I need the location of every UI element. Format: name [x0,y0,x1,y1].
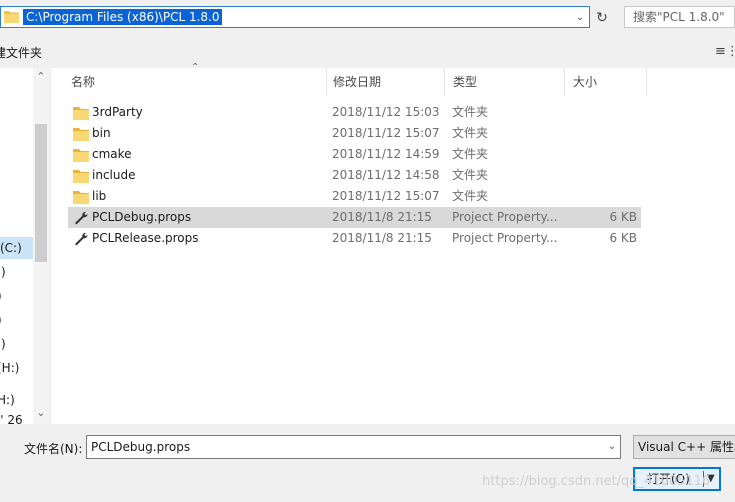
file-date: 2018/11/12 15:03 [332,105,440,119]
wrench-file-icon [75,211,88,225]
chevron-down-icon[interactable]: ⌄ [33,406,49,419]
file-name: PCLDebug.props [92,210,192,224]
scrollbar-thumb[interactable] [35,124,47,262]
nav-drive[interactable]: ) [0,309,33,331]
nav-drive-c[interactable]: (C:) [0,237,33,259]
folder-icon [73,128,89,141]
address-bar[interactable]: C:\Program Files (x86)\PCL 1.8.0 ⌄ [0,6,590,28]
folder-icon [73,107,89,120]
new-folder-button[interactable]: 建文件夹 [0,44,42,61]
search-input[interactable]: 搜索"PCL 1.8.0" [624,6,735,28]
nav-drive[interactable]: :) [0,333,33,355]
column-header-size[interactable]: 大小 [565,68,647,96]
file-row[interactable]: lib 2018/11/12 15:07 文件夹 [68,186,641,207]
watermark: https://blog.csdn.net/qq_41005116 [482,474,711,489]
file-row[interactable]: bin 2018/11/12 15:07 文件夹 [68,123,641,144]
file-date: 2018/11/12 14:58 [332,168,440,182]
file-name: lib [92,189,107,203]
file-date: 2018/11/12 15:07 [332,189,440,203]
file-size: 6 KB [609,231,637,245]
file-type: Project Property... [452,210,558,224]
folder-icon [73,191,89,204]
file-date: 2018/11/8 21:15 [332,231,432,245]
folder-icon [73,149,89,162]
file-type: 文件夹 [452,168,489,182]
file-type-filter[interactable]: Visual C++ 属性表 [633,435,735,459]
filename-label: 文件名(N): [24,442,83,456]
chevron-down-icon[interactable]: ⌄ [571,7,589,27]
nav-drive[interactable]: '' 26 [0,411,33,424]
file-name: include [92,168,136,182]
file-date: 2018/11/8 21:15 [332,210,432,224]
folder-icon [4,11,19,23]
file-row[interactable]: include 2018/11/12 14:58 文件夹 [68,165,641,186]
wrench-file-icon [75,232,88,246]
column-header-date[interactable]: 修改日期 [325,68,445,96]
view-options-icon[interactable]: ≡⋮ [715,44,735,59]
file-type: Project Property... [452,231,558,245]
filename-value[interactable]: PCLDebug.props [91,436,190,458]
file-row-selected[interactable]: PCLDebug.props 2018/11/8 21:15 Project P… [68,207,641,228]
file-date: 2018/11/12 15:07 [332,126,440,140]
file-type: 文件夹 [452,189,489,203]
address-path[interactable]: C:\Program Files (x86)\PCL 1.8.0 [23,9,223,25]
chevron-down-icon[interactable]: ⌄ [608,436,616,458]
nav-drive[interactable]: ) [0,285,33,307]
file-name: PCLRelease.props [92,231,199,245]
nav-drive[interactable]: (H:) [0,357,33,379]
file-row[interactable]: 3rdParty 2018/11/12 15:03 文件夹 [68,102,641,123]
nav-drive[interactable]: :) [0,261,33,283]
file-name: bin [92,126,111,140]
column-header-name[interactable]: 名称 [63,68,327,96]
column-header-type[interactable]: 类型 [445,68,565,96]
filename-input[interactable]: PCLDebug.props ⌄ [86,435,621,459]
file-name: 3rdParty [92,105,143,119]
folder-icon [73,170,89,183]
file-date: 2018/11/12 14:59 [332,147,440,161]
refresh-icon[interactable]: ↻ [592,7,612,28]
file-type: 文件夹 [452,126,489,140]
file-row[interactable]: PCLRelease.props 2018/11/8 21:15 Project… [68,228,641,249]
file-type: 文件夹 [452,105,489,119]
file-type: 文件夹 [452,147,489,161]
file-list: ⌃ 名称 修改日期 类型 大小 3rdParty 2018/11/12 15:0… [51,62,735,424]
file-name: cmake [92,147,132,161]
chevron-up-icon[interactable]: ⌃ [33,70,49,83]
file-size: 6 KB [609,210,637,224]
nav-drive[interactable]: H:) [0,389,33,411]
file-row[interactable]: cmake 2018/11/12 14:59 文件夹 [68,144,641,165]
